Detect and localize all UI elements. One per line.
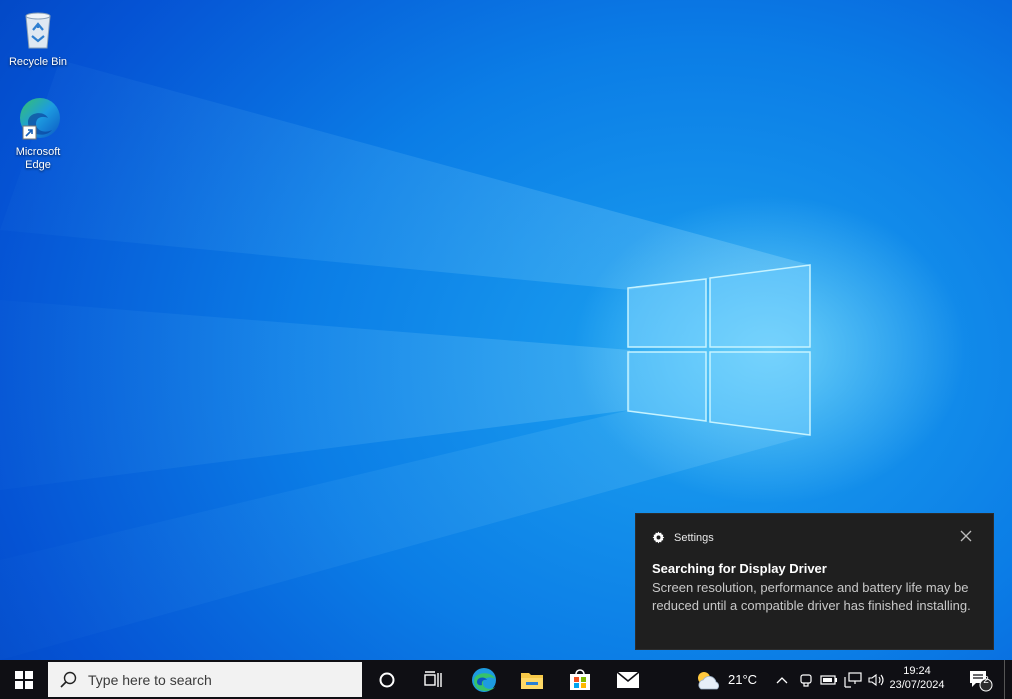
battery-icon [820, 674, 837, 685]
search-icon [60, 671, 77, 688]
windows-logo [627, 264, 811, 436]
start-button[interactable] [0, 660, 48, 699]
notification-toast[interactable]: Settings Searching for Display Driver Sc… [635, 513, 994, 650]
action-center-button[interactable]: 2 [960, 660, 1000, 699]
weather-widget[interactable]: 21°C [694, 660, 766, 699]
desktop-icon-recycle-bin[interactable]: Recycle Bin [3, 6, 73, 69]
desktop-icon-label: Recycle Bin [8, 56, 68, 68]
search-box[interactable]: Type here to search [48, 662, 362, 697]
cortana-button[interactable] [363, 660, 411, 699]
weather-temperature: 21°C [728, 672, 758, 687]
recycle-bin-icon [14, 6, 62, 54]
show-hidden-icons-button[interactable] [772, 660, 792, 699]
edge-icon [472, 667, 496, 692]
toast-header: Settings [652, 531, 714, 544]
cortana-icon [379, 672, 395, 687]
battery-button[interactable] [818, 660, 840, 699]
notification-count-badge: 2 [983, 675, 989, 686]
show-desktop-divider[interactable] [1004, 660, 1005, 699]
meet-now-button[interactable] [796, 660, 816, 699]
meet-now-icon [800, 673, 812, 687]
clock-time: 19:24 [903, 665, 931, 677]
desktop-icon-label: Microsoft Edge [15, 146, 61, 171]
clock-date: 23/07/2024 [889, 679, 945, 691]
task-view-button[interactable] [411, 660, 457, 699]
clock[interactable]: 19:24 23/07/2024 [888, 660, 946, 699]
volume-icon [868, 673, 884, 686]
gear-icon [652, 531, 665, 544]
volume-button[interactable] [866, 660, 888, 699]
store-icon [570, 668, 590, 690]
windows-start-icon [15, 670, 33, 689]
toast-title: Searching for Display Driver [652, 561, 827, 576]
network-icon [844, 671, 862, 688]
chevron-up-icon [776, 676, 788, 683]
network-button[interactable] [842, 660, 864, 699]
toast-app-name: Settings [674, 531, 714, 544]
mail-icon [616, 670, 640, 688]
search-placeholder: Type here to search [88, 671, 212, 688]
partly-cloudy-icon [698, 671, 720, 689]
file-explorer-button[interactable] [508, 660, 556, 699]
edge-icon [14, 96, 62, 144]
taskbar-edge-button[interactable] [460, 660, 508, 699]
mail-button[interactable] [604, 660, 652, 699]
desktop-icon-edge[interactable]: Microsoft Edge [3, 96, 73, 172]
taskbar: Type here to search 21°C 19:24 23/07/202… [0, 660, 1012, 699]
store-button[interactable] [556, 660, 604, 699]
close-icon[interactable] [959, 529, 973, 543]
file-explorer-icon [521, 672, 543, 689]
task-view-icon [424, 670, 442, 687]
toast-body: Screen resolution, performance and batte… [652, 580, 971, 613]
